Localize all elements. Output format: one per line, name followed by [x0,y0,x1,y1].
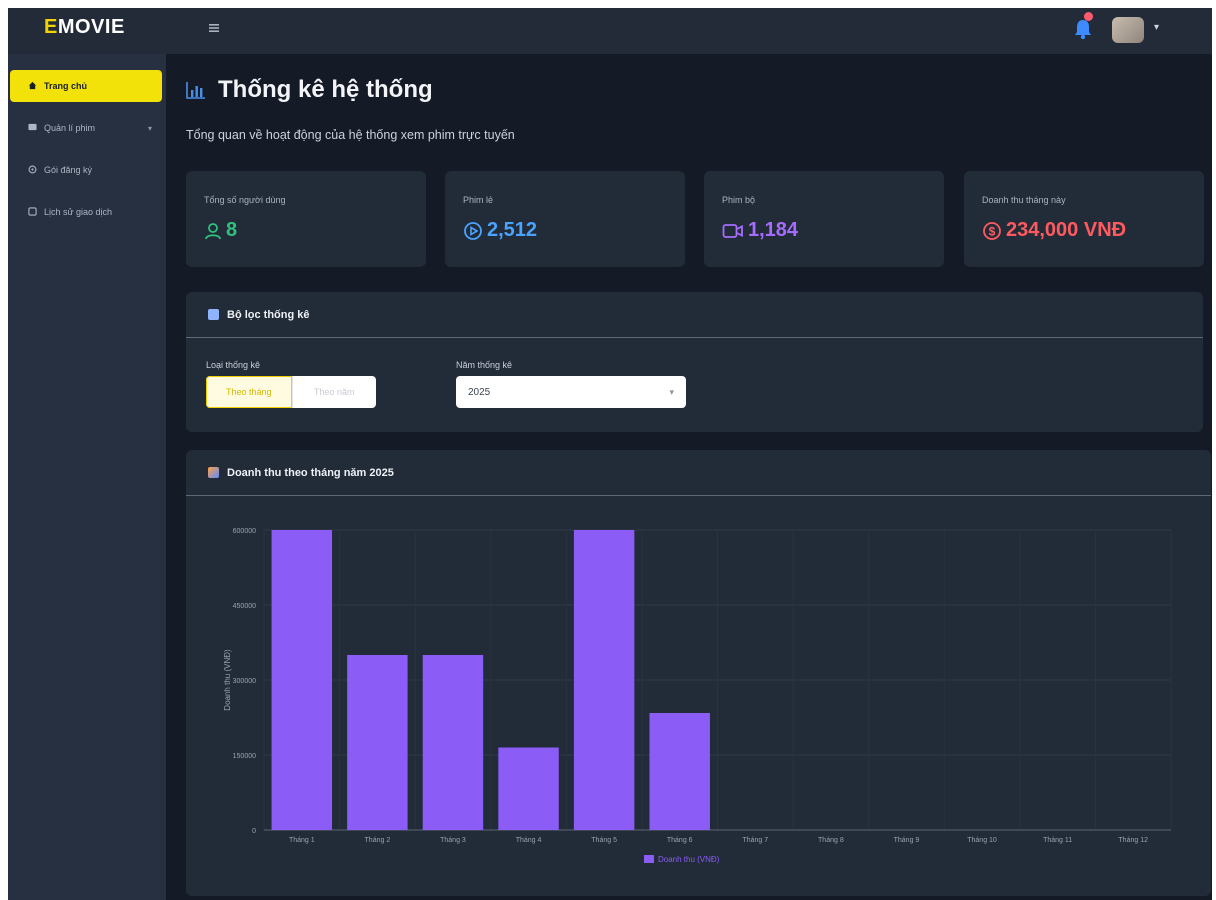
x-tick-label: Tháng 3 [440,837,466,844]
stat-type-yearly-button[interactable]: Theo năm [291,376,377,408]
stat-card-single-movies: Phim lẻ 2,512 [445,171,685,267]
year-select[interactable]: 2025 ▾ [456,376,686,408]
x-tick-label: Tháng 12 [1118,837,1148,844]
sidebar-item-label: Trang chủ [44,81,88,91]
y-tick-label: 0 [252,828,256,835]
home-icon [26,81,38,92]
video-camera-icon [722,223,743,238]
stat-label: Phim lẻ [463,195,494,205]
x-tick-label: Tháng 1 [289,837,315,844]
stat-label: Tổng số người dùng [204,195,286,205]
stat-value: 2,512 [463,219,537,242]
chart-panel: Doanh thu theo tháng năm 2025 0 150000 300… [186,450,1211,896]
stat-value-text: 1,184 [748,219,799,241]
x-tick-label: Tháng 10 [967,837,997,844]
x-tick-label: Tháng 4 [516,837,542,844]
bar [573,530,635,830]
year-select-value: 2025 [468,386,491,398]
stat-type-monthly-button[interactable]: Theo tháng [206,376,292,408]
brand-name: MOVIE [57,16,125,38]
play-circle-icon [464,221,482,240]
main-content: Thống kê hệ thống Tổng quan về hoạt động… [166,54,1212,900]
stat-value: 1,184 [722,219,798,242]
stat-type-label: Loại thống kê [206,360,261,370]
x-tick-label: Tháng 9 [894,837,920,844]
svg-text:$: $ [989,224,996,238]
filter-panel-title: Bộ lọc thống kê [227,308,310,321]
bar [271,530,333,830]
page-title-text: Thống kê hệ thống [218,76,433,103]
sidebar-item-home[interactable]: Trang chủ [10,70,162,102]
chevron-down-icon[interactable]: ▾ [1154,22,1159,33]
stat-value-text: 2,512 [487,219,538,241]
user-icon [205,222,221,239]
stat-type-toggle: Theo tháng Theo năm [206,376,376,408]
stat-label: Doanh thu tháng này [982,195,1066,205]
sidebar-item-transactions[interactable]: Lịch sử giao dịch [10,196,162,228]
filter-panel: Bộ lọc thống kê Loại thống kê Theo tháng… [186,292,1203,432]
bar [649,713,710,830]
stat-card-series-movies: Phim bộ 1,184 [704,171,944,267]
sidebar: Trang chủ Quản lí phim ▾ Gói đăng ký Lịc… [8,54,166,900]
year-label: Năm thống kê [456,360,513,370]
brand-prefix: E [44,16,58,38]
stat-label: Phim bộ [722,195,756,205]
page-subtitle: Tổng quan về hoạt động của hệ thống xem … [186,128,515,142]
stat-value-text: 234,000 VNĐ [1006,219,1127,241]
notification-bell-icon[interactable] [1074,18,1094,40]
bar-chart-icon [186,81,206,99]
y-axis-label: Doanh thu (VNĐ) [223,649,232,711]
sidebar-item-packages[interactable]: Gói đăng ký [10,154,162,186]
sidebar-item-movies[interactable]: Quản lí phim ▾ [10,112,162,144]
coin-icon: $ [983,221,1001,240]
chevron-down-icon: ▾ [147,123,152,133]
stat-card-users: Tổng số người dùng 8 [186,171,426,267]
x-tick-label: Tháng 5 [591,837,617,844]
bar [498,747,559,830]
history-icon [26,206,38,218]
x-tick-label: Tháng 8 [818,837,844,844]
x-tick-label: Tháng 11 [1043,837,1072,844]
y-tick-label: 600000 [233,528,256,535]
app-window: EMOVIE ▾ Trang chủ Quản lí phim ▾ Gói đă… [8,8,1212,900]
sidebar-item-label: Quản lí phim [44,123,96,133]
x-tick-label: Tháng 2 [365,837,391,844]
package-icon [26,165,38,176]
legend-swatch [644,855,654,863]
stat-value: $ 234,000 VNĐ [982,219,1126,242]
revenue-bar-chart: 0 150000 300000 450000 600000 Tháng 1 Tháng 2 T… [223,528,1172,864]
top-bar: EMOVIE ▾ [8,8,1212,54]
y-tick-label: 150000 [233,753,256,760]
calendar-icon [208,309,219,320]
film-icon [26,123,38,133]
notification-badge [1084,12,1093,21]
y-tick-label: 450000 [233,603,256,610]
chevron-down-icon: ▾ [669,387,674,397]
menu-toggle-icon[interactable] [208,22,222,36]
brand-logo[interactable]: EMOVIE [44,16,125,39]
y-tick-label: 300000 [233,678,256,685]
stat-value: 8 [204,219,237,242]
bar [347,655,408,830]
stat-card-revenue: Doanh thu tháng này $ 234,000 VNĐ [964,171,1204,267]
bar [422,655,484,830]
x-tick-label: Tháng 6 [667,837,693,844]
sidebar-item-label: Gói đăng ký [44,165,93,175]
x-tick-label: Tháng 7 [742,837,768,844]
sidebar-item-label: Lịch sử giao dịch [44,207,113,217]
legend-label: Doanh thu (VNĐ) [658,855,720,864]
page-title: Thống kê hệ thống [186,76,433,104]
stat-value-text: 8 [226,219,238,241]
avatar[interactable] [1112,17,1144,43]
filter-panel-header: Bộ lọc thống kê [186,292,1203,338]
